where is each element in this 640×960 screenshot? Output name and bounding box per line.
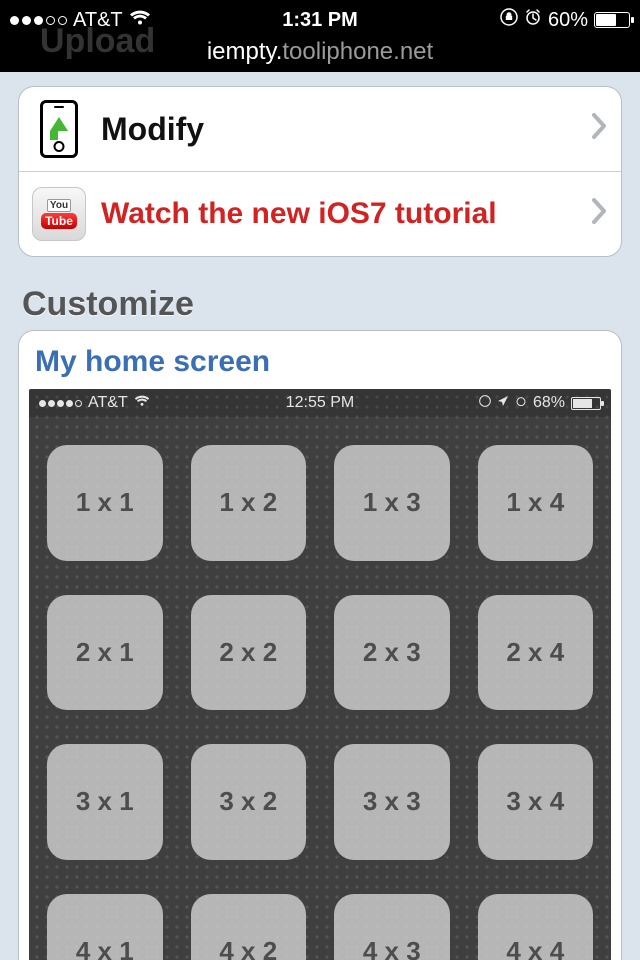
customize-heading: Customize xyxy=(22,285,618,324)
page-body: Modify YouTube Watch the new iOS7 tutori… xyxy=(0,72,640,960)
youtube-icon: YouTube xyxy=(29,184,89,244)
tutorial-label: Watch the new iOS7 tutorial xyxy=(89,197,591,231)
grid-slot[interactable]: 4 x 4 xyxy=(478,894,594,960)
sim-battery-icon xyxy=(571,397,601,410)
grid-slot[interactable]: 2 x 3 xyxy=(334,595,450,711)
grid-slot[interactable]: 3 x 2 xyxy=(191,744,307,860)
grid-slot[interactable]: 1 x 3 xyxy=(334,445,450,561)
icon-grid: 1 x 1 1 x 2 1 x 3 1 x 4 2 x 1 2 x 2 2 x … xyxy=(29,417,611,960)
customize-panel: My home screen AT&T 12:55 PM 6 xyxy=(18,330,622,960)
panel-title: My home screen xyxy=(29,341,611,389)
sim-status-bar: AT&T 12:55 PM 68% xyxy=(29,389,611,417)
chevron-right-icon xyxy=(591,113,607,146)
grid-slot[interactable]: 2 x 1 xyxy=(47,595,163,711)
tutorial-row[interactable]: YouTube Watch the new iOS7 tutorial xyxy=(19,172,621,256)
modify-row[interactable]: Modify xyxy=(19,87,621,172)
url-host: iempty. xyxy=(207,38,283,65)
grid-slot[interactable]: 4 x 1 xyxy=(47,894,163,960)
grid-slot[interactable]: 3 x 1 xyxy=(47,744,163,860)
modify-label: Modify xyxy=(89,111,591,148)
browser-url[interactable]: iempty.tooliphone.net xyxy=(0,40,640,64)
grid-slot[interactable]: 2 x 2 xyxy=(191,595,307,711)
device-status-bar: AT&T 1:31 PM 60% xyxy=(0,0,640,40)
simulated-home-screen: AT&T 12:55 PM 68% 1 x 1 1 x 2 1 x 3 xyxy=(29,389,611,960)
grid-slot[interactable]: 1 x 4 xyxy=(478,445,594,561)
grid-slot[interactable]: 3 x 4 xyxy=(478,744,594,860)
chevron-right-icon xyxy=(591,198,607,231)
battery-icon xyxy=(594,12,630,28)
url-domain: tooliphone.net xyxy=(282,38,433,65)
browser-header: Upload iempty.tooliphone.net xyxy=(0,40,640,72)
status-time: 1:31 PM xyxy=(0,9,640,32)
grid-slot[interactable]: 2 x 4 xyxy=(478,595,594,711)
grid-slot[interactable]: 4 x 3 xyxy=(334,894,450,960)
grid-slot[interactable]: 3 x 3 xyxy=(334,744,450,860)
modify-phone-icon xyxy=(29,99,89,159)
grid-slot[interactable]: 1 x 1 xyxy=(47,445,163,561)
top-menu-list: Modify YouTube Watch the new iOS7 tutori… xyxy=(18,86,622,257)
grid-slot[interactable]: 4 x 2 xyxy=(191,894,307,960)
grid-slot[interactable]: 1 x 2 xyxy=(191,445,307,561)
sim-time: 12:55 PM xyxy=(29,394,611,412)
